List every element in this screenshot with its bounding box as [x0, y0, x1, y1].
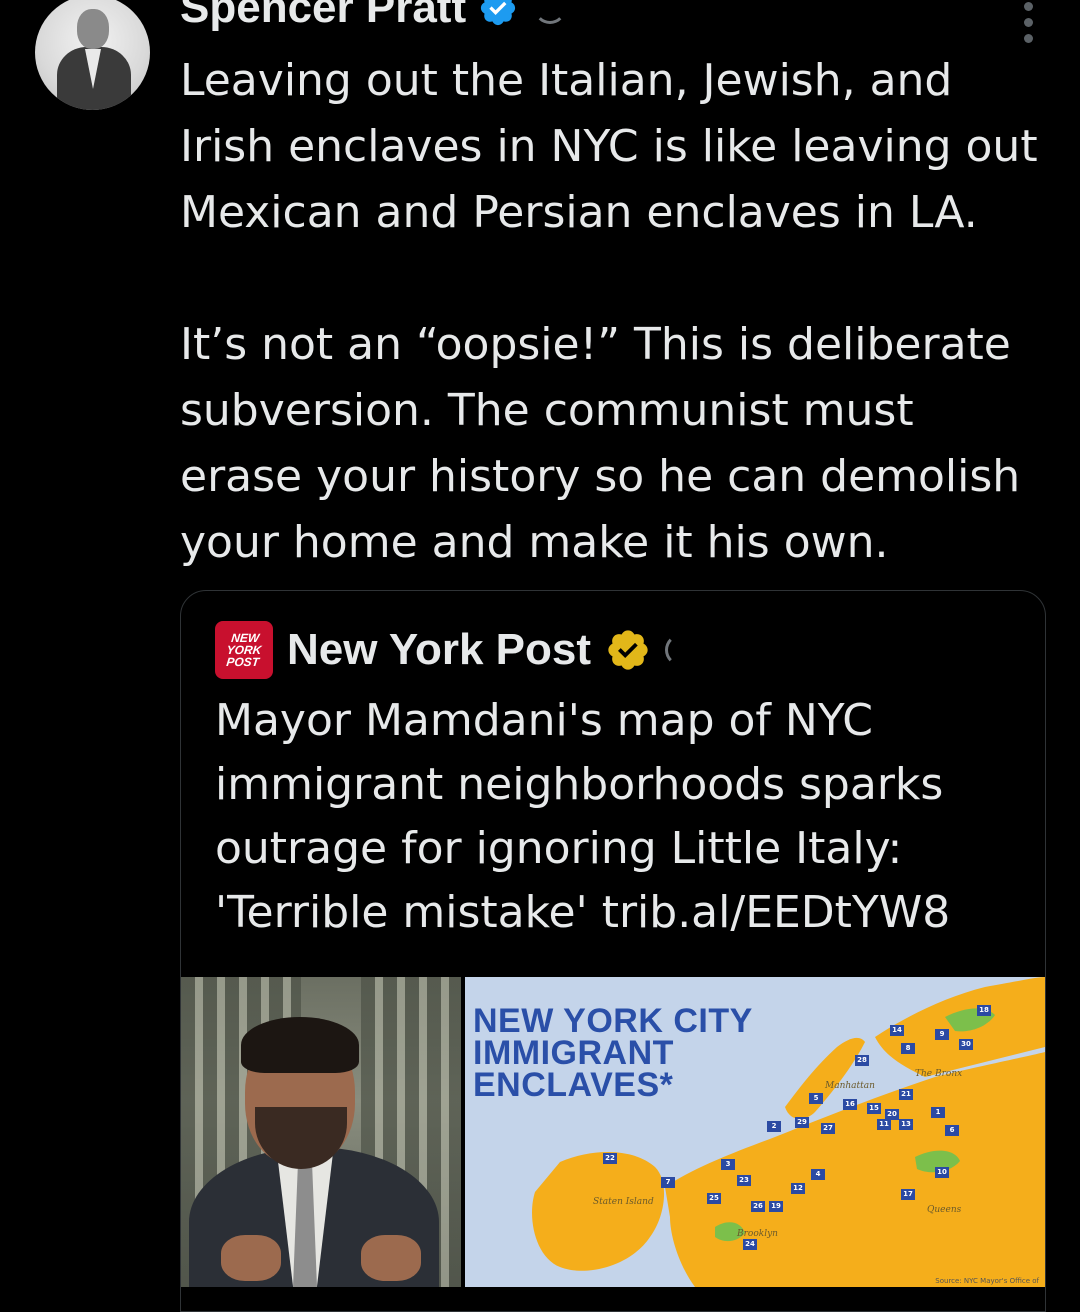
quoted-tweet-text: Mayor Mamdani's map of NYC immigrant nei…	[215, 695, 951, 938]
tweet-text: Leaving out the Italian, Jewish, and Iri…	[180, 55, 1038, 568]
map-flag: 24	[743, 1239, 757, 1250]
map-flag: 1	[931, 1107, 945, 1118]
map-flag: 12	[791, 1183, 805, 1194]
more-vertical-icon[interactable]	[1022, 2, 1034, 43]
loading-indicator-icon	[534, 0, 567, 24]
map-flag: 13	[899, 1119, 913, 1130]
logo-text: NEW YORK POST	[225, 631, 263, 669]
map-flag: 15	[867, 1103, 881, 1114]
map-flag: 11	[877, 1119, 891, 1130]
map-flag: 3	[721, 1159, 735, 1170]
more-dot	[1023, 34, 1033, 43]
map-flag: 17	[901, 1189, 915, 1200]
more-dot	[1023, 2, 1033, 11]
map-flag: 4	[811, 1169, 825, 1180]
label-staten-island: Staten Island	[593, 1197, 654, 1207]
map-flag: 28	[855, 1055, 869, 1066]
map-flag: 6	[945, 1125, 959, 1136]
map-flag: 16	[843, 1099, 857, 1110]
map-flag: 19	[769, 1201, 783, 1212]
quoted-tweet-card[interactable]: NEW YORK POST New York Post Mayor Mamdan…	[180, 590, 1046, 1312]
map-flag: 22	[603, 1153, 617, 1164]
map-flag: 7	[661, 1177, 675, 1188]
blue-verified-check-icon	[481, 0, 516, 26]
map-title-line: IMMIGRANT	[473, 1034, 674, 1072]
map-flag: 26	[751, 1201, 765, 1212]
map-flag: 2	[767, 1121, 781, 1132]
photo-hand	[361, 1235, 421, 1281]
map-flag: 23	[737, 1175, 751, 1186]
quoted-author-name[interactable]: New York Post	[287, 625, 591, 675]
map-title-line: NEW YORK CITY	[473, 1002, 753, 1040]
map-title-line: ENCLAVES*	[473, 1066, 674, 1104]
map-source-note: Source: NYC Mayor's Office of	[935, 1277, 1039, 1285]
map-flag: 5	[809, 1093, 823, 1104]
map-flag: 25	[707, 1193, 721, 1204]
land-staten-island	[532, 1151, 665, 1271]
quoted-tweet-media[interactable]: NEW YORK CITY IMMIGRANT ENCLAVES* Manhat…	[181, 977, 1045, 1287]
map-flag: 30	[959, 1039, 973, 1050]
label-brooklyn: Brooklyn	[737, 1229, 778, 1239]
map-flag: 8	[901, 1043, 915, 1054]
author-name[interactable]: Spencer Pratt	[180, 0, 466, 30]
map-flag: 27	[821, 1123, 835, 1134]
label-manhattan: Manhattan	[825, 1081, 875, 1091]
mayor-photo[interactable]	[181, 977, 461, 1287]
map-flag: 29	[795, 1117, 809, 1128]
enclaves-map[interactable]: NEW YORK CITY IMMIGRANT ENCLAVES* Manhat…	[465, 977, 1045, 1287]
new-york-post-logo[interactable]: NEW YORK POST	[215, 621, 273, 679]
photo-hair	[241, 1017, 359, 1073]
more-dot	[1023, 18, 1033, 27]
quoted-tweet-header: NEW YORK POST New York Post	[215, 621, 697, 679]
label-queens: Queens	[927, 1205, 962, 1215]
photo-hand	[221, 1235, 281, 1281]
map-flag: 10	[935, 1167, 949, 1178]
map-flag: 21	[899, 1089, 913, 1100]
map-title: NEW YORK CITY IMMIGRANT ENCLAVES*	[473, 1002, 753, 1104]
map-flag: 9	[935, 1029, 949, 1040]
label-bronx: The Bronx	[915, 1069, 963, 1079]
map-flag: 14	[890, 1025, 904, 1036]
author-avatar[interactable]	[35, 0, 150, 110]
loading-indicator-icon	[665, 634, 697, 666]
tweet-header: Spencer Pratt	[180, 0, 567, 30]
gold-verified-check-icon	[608, 630, 648, 670]
map-flag: 18	[977, 1005, 991, 1016]
avatar-head	[77, 9, 109, 49]
